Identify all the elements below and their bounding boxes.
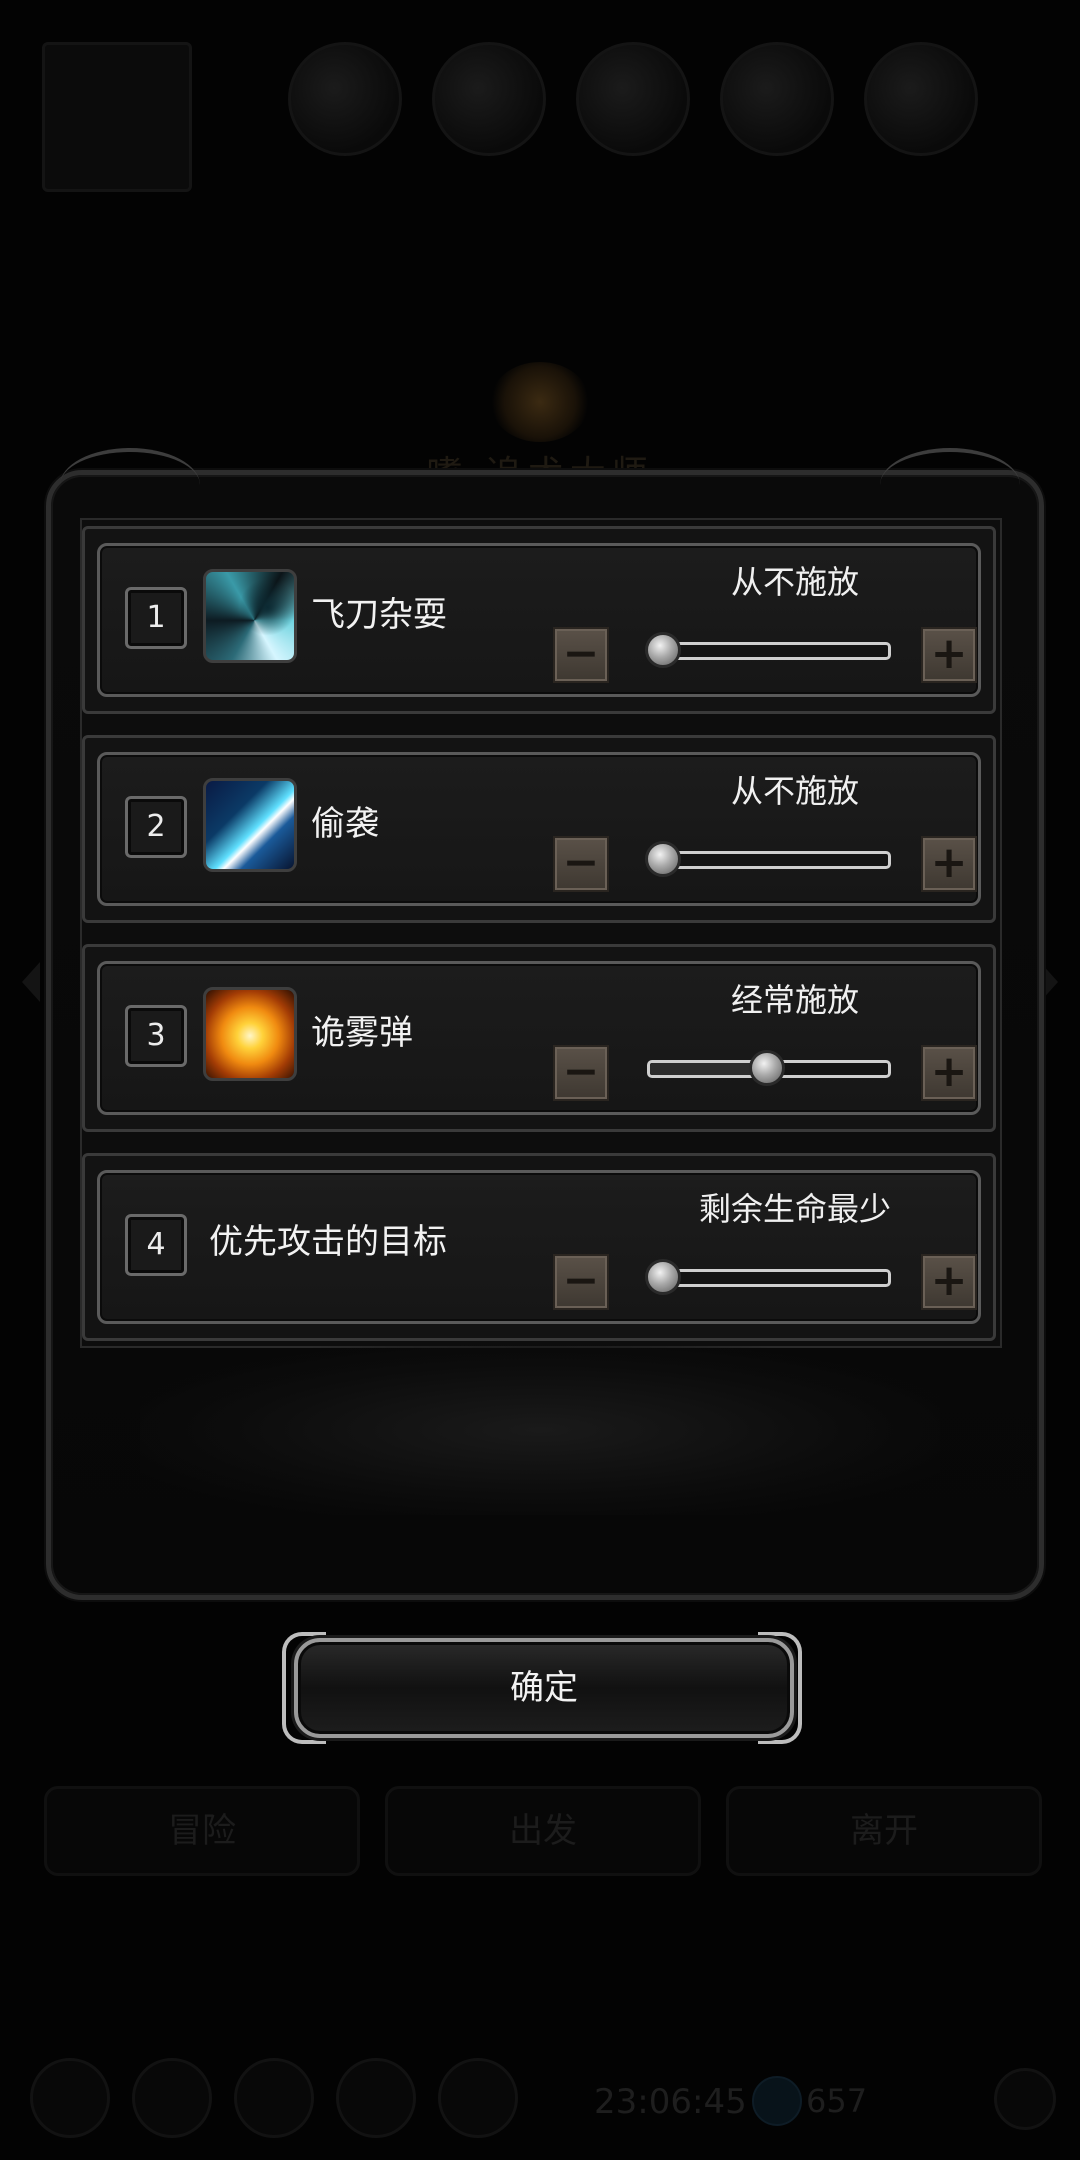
bg-menu-icon-4: [336, 2058, 416, 2138]
bg-tab-icon-2: [288, 42, 402, 156]
sneak-attack-skill-icon: [203, 778, 297, 872]
add-icon: [994, 2068, 1056, 2130]
decrease-button[interactable]: −: [553, 627, 609, 683]
target-priority-slider[interactable]: [647, 1269, 891, 1287]
bg-tab-icon-5: [720, 42, 834, 156]
increase-button[interactable]: +: [921, 1254, 977, 1310]
slider-thumb[interactable]: [749, 1050, 785, 1086]
bg-menu-icon-3: [234, 2058, 314, 2138]
slider-thumb[interactable]: [645, 632, 681, 668]
slider-thumb[interactable]: [645, 841, 681, 877]
target-priority-label: 剩余生命最少: [698, 1190, 891, 1228]
skill-name: 飞刀杂耍: [311, 595, 447, 635]
target-priority-name: 优先攻击的目标: [209, 1222, 447, 1262]
cast-frequency-label: 经常施放: [730, 981, 859, 1019]
cast-frequency-slider[interactable]: [647, 851, 891, 869]
skill-name: 诡雾弹: [311, 1013, 413, 1053]
skill-name: 偷袭: [311, 804, 379, 844]
decrease-button[interactable]: −: [553, 1254, 609, 1310]
cast-frequency-slider[interactable]: [647, 642, 891, 660]
bg-tab-icon-6: [864, 42, 978, 156]
skill-row-3: 3 诡雾弹 经常施放 − +: [82, 944, 996, 1132]
skill-number-badge: 1: [125, 587, 187, 649]
cast-frequency-label: 从不施放: [730, 563, 859, 601]
skill-number-badge: 3: [125, 1005, 187, 1067]
increase-button[interactable]: +: [921, 627, 977, 683]
bg-menu-icon-1: [30, 2058, 110, 2138]
skill-number-badge: 2: [125, 796, 187, 858]
slider-thumb[interactable]: [645, 1259, 681, 1295]
dialog-ornament-right: [880, 448, 1020, 522]
increase-button[interactable]: +: [921, 1045, 977, 1101]
increase-button[interactable]: +: [921, 836, 977, 892]
list-background-texture: [140, 1345, 940, 1515]
left-arrow-icon: [22, 962, 40, 1002]
bg-menu-icon-5: [438, 2058, 518, 2138]
decrease-button[interactable]: −: [553, 836, 609, 892]
clock-text: 23:06:45: [594, 2082, 747, 2122]
gem-icon: [752, 2076, 802, 2126]
emblem-icon: [490, 362, 590, 442]
bg-tab-icon-4: [576, 42, 690, 156]
bg-tab-icon-3: [432, 42, 546, 156]
skill-row-2: 2 偷袭 从不施放 − +: [82, 735, 996, 923]
bg-leave-button: 离开: [726, 1786, 1042, 1876]
bg-adventure-button: 冒险: [44, 1786, 360, 1876]
target-priority-row: 4 优先攻击的目标 剩余生命最少 − +: [82, 1153, 996, 1341]
flying-knife-skill-icon: [203, 569, 297, 663]
cast-frequency-label: 从不施放: [730, 772, 859, 810]
decrease-button[interactable]: −: [553, 1045, 609, 1101]
confirm-button[interactable]: 确定: [294, 1638, 794, 1738]
dialog-ornament-left: [60, 448, 200, 522]
skill-number-badge: 4: [125, 1214, 187, 1276]
gold-count: 657: [806, 2082, 868, 2120]
skill-row-1: 1 飞刀杂耍 从不施放 − +: [82, 526, 996, 714]
bg-depart-button: 出发: [385, 1786, 701, 1876]
smoke-bomb-skill-icon: [203, 987, 297, 1081]
bg-tab-icon-1: [42, 42, 192, 192]
bg-menu-icon-2: [132, 2058, 212, 2138]
